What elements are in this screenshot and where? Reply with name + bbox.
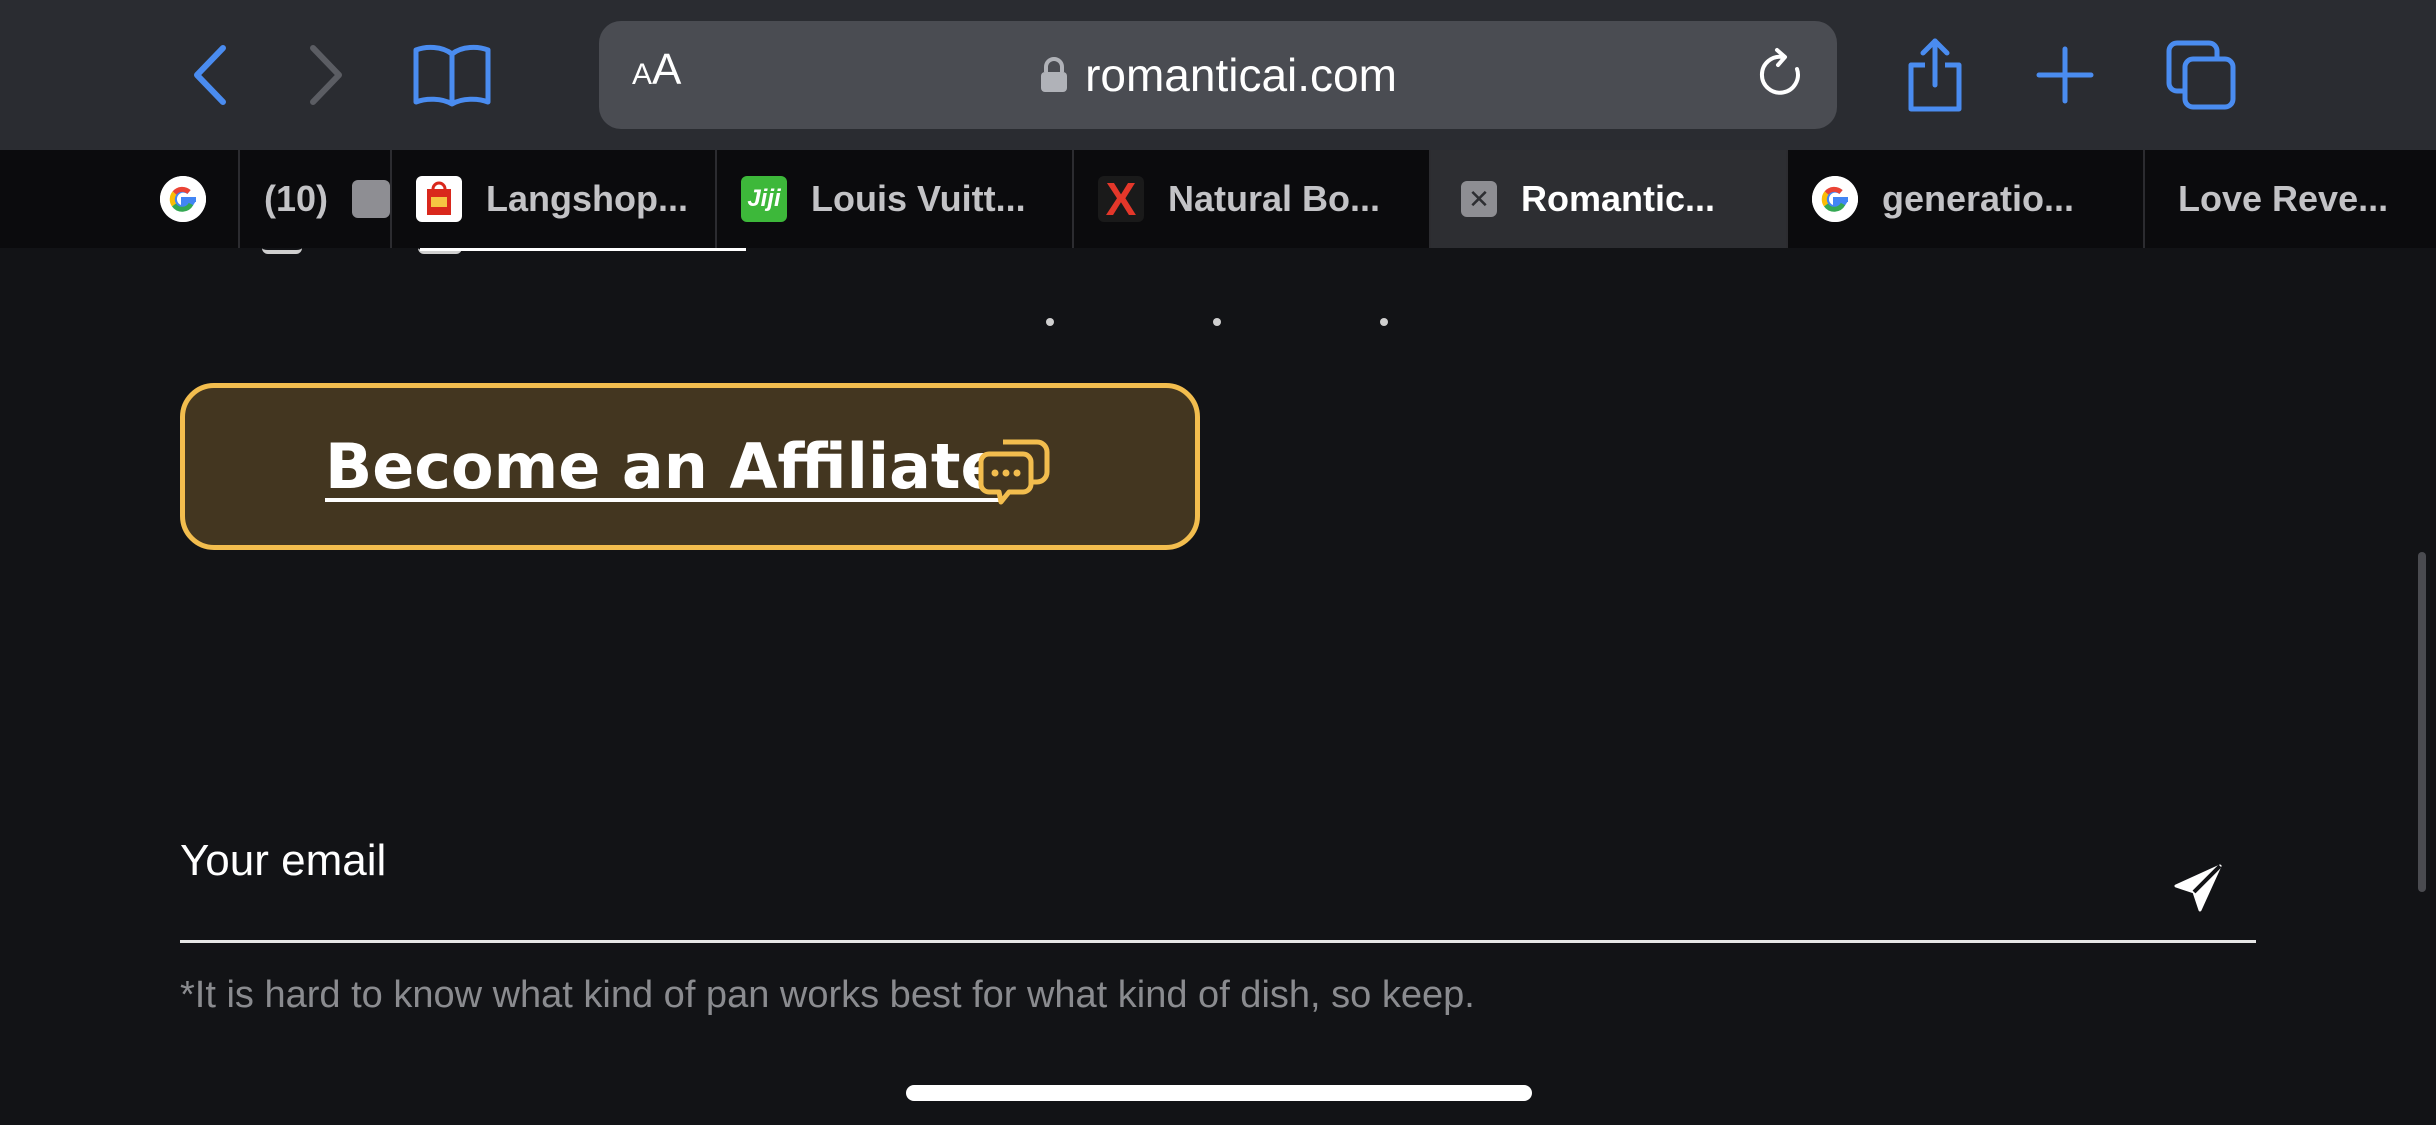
home-indicator[interactable]	[906, 1085, 1532, 1101]
pagination-dot[interactable]	[1380, 318, 1388, 326]
tabs-overview-button[interactable]	[2156, 30, 2246, 120]
tab-natural-bo[interactable]: X Natural Bo...	[1074, 150, 1431, 248]
tab-google[interactable]	[0, 150, 240, 248]
close-tab-icon[interactable]: ✕	[1461, 181, 1497, 217]
google-icon	[160, 176, 206, 222]
tab-label: Louis Vuitt...	[811, 178, 1026, 219]
scrollbar[interactable]	[2418, 552, 2426, 892]
tab-label: (10)	[264, 178, 329, 219]
chevron-left-icon	[194, 45, 226, 105]
forward-button[interactable]	[280, 30, 370, 120]
tab-langshop[interactable]: Langshop...	[392, 150, 717, 248]
url-display: romanticai.com	[599, 21, 1837, 129]
browser-toolbar: AA romanticai.com	[0, 0, 2436, 150]
become-affiliate-button[interactable]: Become an Affiliate	[180, 383, 1200, 550]
chevron-right-icon	[310, 45, 342, 105]
clipped-text-fragment	[262, 248, 302, 254]
grey-square-icon	[352, 180, 390, 218]
disclaimer-note: *It is hard to know what kind of pan wor…	[180, 974, 1475, 1016]
book-icon	[413, 44, 491, 107]
tab-generation[interactable]: generatio...	[1788, 150, 2145, 248]
tab-label: Romantic...	[1521, 178, 1716, 219]
tabs-icon	[2166, 40, 2236, 110]
new-tab-button[interactable]	[2020, 30, 2110, 120]
x-logo-icon: X	[1098, 173, 1144, 225]
jiji-icon: Jiji	[741, 176, 787, 222]
email-field[interactable]	[180, 826, 2256, 896]
send-icon[interactable]	[2170, 860, 2226, 916]
tab-label: generatio...	[1882, 178, 2075, 219]
address-bar[interactable]: AA romanticai.com	[599, 21, 1837, 129]
affiliate-button-label: Become an Affiliate	[325, 430, 1003, 503]
tab-louis-vuitton[interactable]: Jiji Louis Vuitt...	[717, 150, 1074, 248]
back-button[interactable]	[166, 30, 256, 120]
reload-icon[interactable]	[1753, 47, 1809, 103]
pagination-dot[interactable]	[1046, 318, 1054, 326]
page-content: Become an Affiliate Your email *It is ha…	[0, 248, 2436, 1125]
tab-label: Langshop...	[486, 178, 688, 219]
share-button[interactable]	[1890, 30, 1980, 120]
tab-label: Natural Bo...	[1168, 178, 1381, 219]
tab-10[interactable]: (10)	[240, 150, 392, 248]
chat-bubbles-icon	[978, 439, 1050, 505]
share-icon	[1908, 38, 1962, 112]
lock-icon	[1041, 57, 1068, 92]
langshop-icon	[416, 176, 462, 222]
url-text: romanticai.com	[1085, 49, 1397, 101]
bookmarks-button[interactable]	[404, 30, 500, 120]
tab-love-reve[interactable]: Love Reve...	[2145, 150, 2436, 248]
pagination-dot[interactable]	[1213, 318, 1221, 326]
clipped-link-underline	[420, 248, 746, 251]
tab-romanticai[interactable]: ✕ Romantic...	[1431, 150, 1788, 248]
email-field-underline	[180, 940, 2256, 943]
tab-label: Love Reve...	[2178, 178, 2389, 219]
google-icon	[1812, 176, 1858, 222]
plus-icon	[2036, 46, 2094, 104]
tab-strip: (10) Langshop... Jiji Louis Vuitt... X N…	[0, 150, 2436, 248]
